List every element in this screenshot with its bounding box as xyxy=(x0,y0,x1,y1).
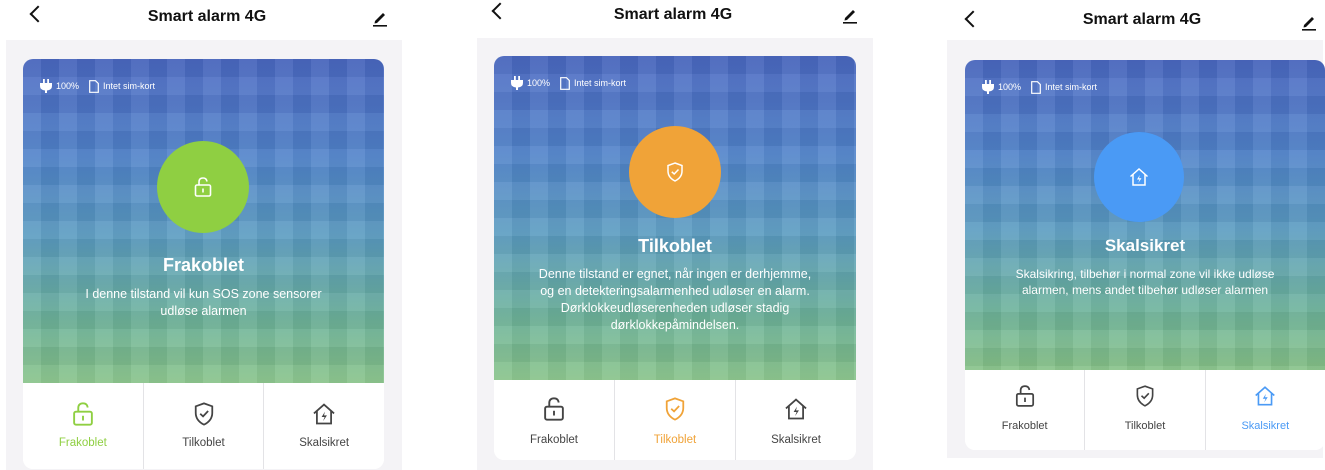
sim-status: Intet sim-kort xyxy=(103,81,156,91)
home-bolt-icon xyxy=(785,398,807,420)
home-bolt-icon xyxy=(1255,386,1276,406)
tab-skalsikret[interactable]: Skalsikret xyxy=(1206,370,1325,450)
tab-frakoblet[interactable]: Frakoblet xyxy=(23,383,144,469)
mode-tabs: Frakoblet Tilkoblet Skalsikret xyxy=(965,370,1325,450)
mode-hero: 100% Intet sim-kort Frakoblet I denne ti… xyxy=(23,59,384,383)
tab-label: Tilkoblet xyxy=(1124,420,1166,432)
power-plug-icon xyxy=(40,79,52,93)
tab-skalsikret[interactable]: Skalsikret xyxy=(736,380,856,460)
power-plug-icon xyxy=(982,80,994,94)
sim-card-icon xyxy=(1031,80,1041,94)
mode-tabs: Frakoblet Tilkoblet Skalsikret xyxy=(23,383,384,469)
power-plug-icon xyxy=(511,76,523,90)
unlock-icon xyxy=(73,402,93,426)
mode-status-circle xyxy=(157,141,249,233)
phone-panel-1: Smart alarm 4G 100% Intet sim-kort Frako… xyxy=(0,0,410,470)
tab-label: Tilkoblet xyxy=(182,437,225,449)
page-title: Smart alarm 4G xyxy=(613,6,733,23)
phone-panel-3: Smart alarm 4G 100% Intet sim-kort Skals… xyxy=(937,0,1325,470)
device-status: 100% Intet sim-kort xyxy=(39,79,155,93)
shield-check-icon xyxy=(1136,385,1154,407)
mode-tabs: Frakoblet Tilkoblet Skalsikret xyxy=(494,380,856,460)
phone-panel-2: Smart alarm 4G 100% Intet sim-kort Tilko… xyxy=(466,0,874,470)
battery-level: 100% xyxy=(998,82,1022,92)
tab-label: Tilkoblet xyxy=(653,434,697,446)
mode-description: I denne tilstand vil kun SOS zone sensor… xyxy=(85,287,322,318)
tab-label: Frakoblet xyxy=(530,434,578,446)
header: Smart alarm 4G xyxy=(0,0,410,36)
tab-frakoblet[interactable]: Frakoblet xyxy=(965,370,1086,450)
header: Smart alarm 4G xyxy=(466,0,874,36)
alarm-card: 100% Intet sim-kort Skalsikret Skalsikri… xyxy=(965,60,1325,450)
page-title: Smart alarm 4G xyxy=(147,8,267,25)
mode-title: Tilkoblet xyxy=(638,236,712,256)
mode-description: Skalsikring, tilbehør i normal zone vil … xyxy=(1015,267,1275,297)
mode-hero: 100% Intet sim-kort Tilkoblet Denne tils… xyxy=(494,56,856,380)
mode-hero: 100% Intet sim-kort Skalsikret Skalsikri… xyxy=(965,60,1325,370)
edit-icon[interactable] xyxy=(371,9,389,27)
tab-frakoblet[interactable]: Frakoblet xyxy=(494,380,615,460)
home-bolt-icon xyxy=(1130,167,1148,186)
mode-title: Frakoblet xyxy=(162,255,245,275)
tab-tilkoblet[interactable]: Tilkoblet xyxy=(1085,370,1206,450)
unlock-icon xyxy=(544,397,564,421)
shield-check-icon xyxy=(665,397,685,421)
device-status: 100% Intet sim-kort xyxy=(981,80,1097,94)
tab-label: Skalsikret xyxy=(299,437,350,449)
edit-icon[interactable] xyxy=(1300,13,1318,31)
tab-label: Skalsikret xyxy=(1241,420,1290,432)
shield-check-icon xyxy=(667,162,683,182)
home-bolt-icon xyxy=(313,403,335,425)
battery-level: 100% xyxy=(527,78,551,88)
page-title: Smart alarm 4G xyxy=(1082,11,1202,28)
tab-label: Frakoblet xyxy=(1001,420,1048,432)
alarm-card: 100% Intet sim-kort Tilkoblet Denne tils… xyxy=(494,56,856,460)
sim-card-icon xyxy=(89,79,99,93)
mode-title: Skalsikret xyxy=(1104,236,1186,255)
battery-level: 100% xyxy=(56,81,80,91)
mode-status-circle xyxy=(629,126,721,218)
shield-check-icon xyxy=(194,402,213,426)
back-icon[interactable] xyxy=(491,2,509,20)
tab-tilkoblet[interactable]: Tilkoblet xyxy=(615,380,736,460)
header: Smart alarm 4G xyxy=(937,0,1325,36)
back-icon[interactable] xyxy=(29,5,47,23)
alarm-card: 100% Intet sim-kort Frakoblet I denne ti… xyxy=(23,59,384,469)
tab-label: Frakoblet xyxy=(58,437,107,449)
sim-status: Intet sim-kort xyxy=(1045,82,1098,92)
tab-skalsikret[interactable]: Skalsikret xyxy=(264,383,384,469)
device-status: 100% Intet sim-kort xyxy=(510,76,626,90)
edit-icon[interactable] xyxy=(841,6,859,24)
tab-label: Skalsikret xyxy=(771,434,821,446)
mode-description: Denne tilstand er egnet, når ingen er de… xyxy=(538,267,812,332)
sim-status: Intet sim-kort xyxy=(574,78,627,88)
tab-tilkoblet[interactable]: Tilkoblet xyxy=(144,383,265,469)
unlock-icon xyxy=(194,177,212,197)
sim-card-icon xyxy=(560,76,570,90)
mode-status-circle xyxy=(1094,132,1184,222)
unlock-icon xyxy=(1015,385,1034,407)
back-icon[interactable] xyxy=(964,10,982,28)
